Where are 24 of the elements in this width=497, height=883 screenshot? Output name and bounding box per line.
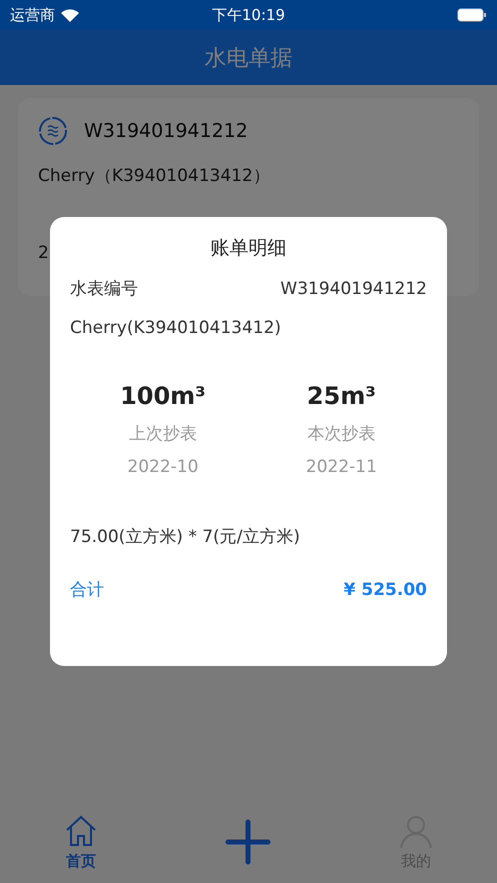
reading-label: 上次抄表: [128, 423, 197, 445]
tab-item[interactable]: 首页: [64, 814, 98, 870]
carrier-name: 运营商: [10, 6, 55, 24]
reading-label: 本次抄表: [307, 423, 376, 445]
customer-name: Cherry（K394010413412）: [38, 165, 270, 187]
dialog-title: 账单明细: [210, 236, 286, 261]
date-text: 2: [38, 243, 49, 263]
add-icon[interactable]: [225, 819, 272, 865]
meter-number: W319401941212: [84, 120, 248, 142]
reading-date: 2022-11: [306, 457, 377, 477]
total-label: 合计: [70, 579, 104, 601]
customer-name: Cherry(K394010413412): [70, 318, 282, 338]
battery-icon: [456, 8, 487, 22]
price-formula: 75.00(立方米) * 7(元/立方米): [70, 526, 302, 548]
meter-icon: [38, 116, 68, 146]
reading-value: 25m³: [306, 382, 376, 410]
total-amount: ¥ 525.00: [344, 580, 427, 600]
reading-value: 100m³: [120, 382, 206, 410]
reading-date: 2022-10: [127, 457, 198, 477]
page-title: 水电单据: [204, 44, 292, 72]
meter-number: W319401941212: [280, 278, 427, 298]
clock-time: 下午10:19: [212, 6, 286, 24]
home-icon: [64, 814, 98, 848]
wifi-icon: [61, 8, 79, 22]
